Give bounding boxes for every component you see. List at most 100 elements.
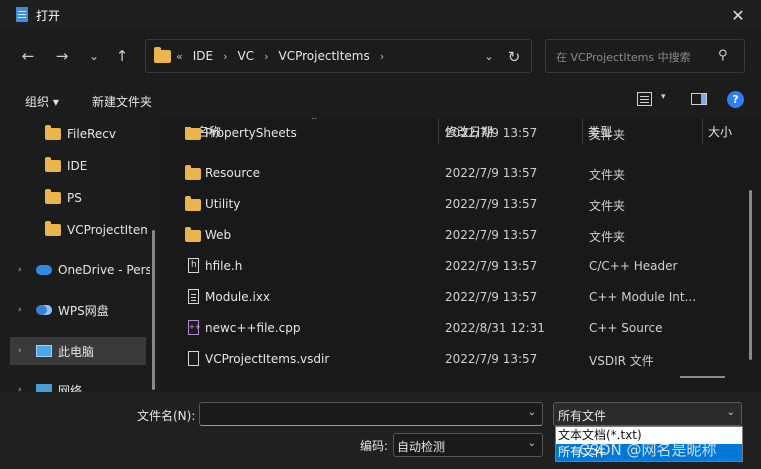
expand-chevron-icon[interactable]: › xyxy=(18,305,28,315)
file-date: 2022/7/9 13:57 xyxy=(445,228,538,242)
forward-arrow-icon[interactable]: → xyxy=(50,44,74,68)
list-item[interactable]: PropertySheets 2022/7/9 13:57 文件夹 xyxy=(180,127,740,145)
sidebar-item-label: 此电脑 xyxy=(58,344,95,359)
file-name: Web xyxy=(205,228,232,242)
vertical-scrollbar[interactable] xyxy=(749,190,752,360)
encoding-label: 编码: xyxy=(360,439,389,453)
file-icon xyxy=(188,289,199,304)
file-date: 2022/7/9 13:57 xyxy=(445,259,538,273)
header-file-icon xyxy=(188,258,199,273)
new-folder-button[interactable]: 新建文件夹 xyxy=(92,93,152,110)
pc-icon xyxy=(36,345,52,357)
file-date: 2022/7/9 13:57 xyxy=(445,127,538,140)
command-toolbar: 组织 ▾ 新建文件夹 ▾ ? xyxy=(0,82,761,118)
sidebar-item-ps[interactable]: PS xyxy=(0,184,150,212)
folder-icon xyxy=(45,157,61,172)
file-icon xyxy=(188,351,199,366)
preview-pane-icon[interactable] xyxy=(691,93,707,105)
sidebar-item-label: VCProjectItems xyxy=(67,223,147,237)
file-name: VCProjectItems.vsdir xyxy=(205,352,330,366)
breadcrumb-separator-icon[interactable]: › xyxy=(264,50,268,63)
expand-chevron-icon[interactable]: › xyxy=(18,346,28,356)
encoding-value: 自动检测 xyxy=(397,440,446,454)
network-icon xyxy=(36,384,52,392)
list-item[interactable]: Resource 2022/7/9 13:57 文件夹 xyxy=(180,158,740,189)
sidebar-item-network[interactable]: › 网络 xyxy=(0,376,150,392)
file-name: PropertySheets xyxy=(205,127,297,140)
address-history-chevron-icon[interactable]: ⌄ xyxy=(481,48,497,64)
file-list[interactable]: 名称 ⌃ 修改日期 类型 大小 PropertySheets 2022/7/9 … xyxy=(160,118,761,392)
breadcrumb-separator-icon[interactable]: › xyxy=(223,50,227,63)
file-name: newc++file.cpp xyxy=(205,321,301,335)
sidebar-item-label: 网络 xyxy=(58,383,83,393)
sidebar-item-label: PS xyxy=(67,191,82,205)
navigation-bar: ← → ⌄ ↑ « IDE › VC › VCProjectItems › ⌄ … xyxy=(0,30,761,82)
watermark: CSDN @网名是昵称 xyxy=(579,441,717,459)
sidebar-item-onedrive[interactable]: › OneDrive - Personal xyxy=(0,256,150,284)
file-date: 2022/7/9 13:57 xyxy=(445,290,538,304)
sidebar-scrollbar[interactable] xyxy=(152,230,155,390)
folder-icon xyxy=(185,227,201,242)
file-type: VSDIR 文件 xyxy=(589,354,654,368)
file-type: C++ Source xyxy=(589,321,663,335)
list-item[interactable]: Utility 2022/7/9 13:57 文件夹 xyxy=(180,189,740,220)
file-name: Module.ixx xyxy=(205,290,270,304)
close-button[interactable]: ✕ xyxy=(715,0,761,30)
search-icon[interactable]: ⚲ xyxy=(718,48,734,64)
breadcrumb-ide[interactable]: IDE xyxy=(193,49,213,63)
list-item[interactable]: Module.ixx 2022/7/9 13:57 C++ Module Int… xyxy=(180,282,740,313)
file-name: hfile.h xyxy=(205,259,243,273)
expand-chevron-icon[interactable]: › xyxy=(18,385,28,392)
list-item[interactable]: Web 2022/7/9 13:57 文件夹 xyxy=(180,220,740,251)
navigation-pane[interactable]: FileRecv IDE PS VCProjectItems › OneDriv… xyxy=(0,118,158,392)
file-name: Utility xyxy=(205,197,241,211)
folder-icon xyxy=(185,196,201,211)
sidebar-item-label: WPS网盘 xyxy=(58,303,109,318)
horizontal-scrollbar[interactable] xyxy=(680,376,725,378)
file-date: 2022/8/31 12:31 xyxy=(445,321,545,335)
notepad-app-icon xyxy=(16,7,28,22)
sidebar-item-this-pc[interactable]: › 此电脑 xyxy=(10,337,146,365)
encoding-select[interactable]: 自动检测 ⌄ xyxy=(393,433,543,457)
organize-button[interactable]: 组织 ▾ xyxy=(25,93,59,110)
folder-icon xyxy=(185,165,201,180)
title-bar: 打开 ✕ xyxy=(0,0,761,30)
sidebar-item-vcprojectitems[interactable]: VCProjectItems xyxy=(0,216,147,244)
folder-icon xyxy=(154,47,171,63)
list-item[interactable]: VCProjectItems.vsdir 2022/7/9 13:57 VSDI… xyxy=(180,344,740,375)
help-icon[interactable]: ? xyxy=(727,91,744,108)
view-chevron-icon[interactable]: ▾ xyxy=(661,92,666,102)
sidebar-item-ide[interactable]: IDE xyxy=(0,152,150,180)
sidebar-item-wps[interactable]: › WPS网盘 xyxy=(0,296,150,324)
view-options-icon[interactable] xyxy=(637,92,652,106)
expand-chevron-icon[interactable]: › xyxy=(18,265,28,275)
breadcrumb: « IDE › VC › VCProjectItems › xyxy=(176,40,384,72)
breadcrumb-overflow[interactable]: « xyxy=(176,50,183,63)
list-item[interactable]: newc++file.cpp 2022/8/31 12:31 C++ Sourc… xyxy=(180,313,740,344)
address-bar[interactable]: « IDE › VC › VCProjectItems › ⌄ ↻ xyxy=(145,39,532,73)
file-type: 文件夹 xyxy=(589,128,626,142)
file-type: 文件夹 xyxy=(589,230,626,244)
file-date: 2022/7/9 13:57 xyxy=(445,197,538,211)
up-arrow-icon[interactable]: ↑ xyxy=(110,44,134,68)
file-type-filter-select[interactable]: 所有文件 ⌄ xyxy=(553,402,742,426)
list-item[interactable]: hfile.h 2022/7/9 13:57 C/C++ Header xyxy=(180,251,740,282)
chevron-down-icon[interactable]: ⌄ xyxy=(528,438,536,449)
recent-locations-chevron-icon[interactable]: ⌄ xyxy=(82,44,106,68)
filename-input[interactable]: ⌄ xyxy=(199,402,543,426)
chevron-down-icon[interactable]: ⌄ xyxy=(528,407,536,418)
chevron-down-icon[interactable]: ⌄ xyxy=(727,407,735,418)
breadcrumb-vc[interactable]: VC xyxy=(238,49,255,63)
breadcrumb-separator-icon[interactable]: › xyxy=(380,50,384,63)
sidebar-item-label: OneDrive - Personal xyxy=(58,263,150,277)
filter-selected-value: 所有文件 xyxy=(558,409,607,423)
search-box[interactable]: 在 VCProjectItems 中搜索 ⚲ xyxy=(545,39,745,73)
sidebar-item-filerecv[interactable]: FileRecv xyxy=(0,120,150,148)
back-arrow-icon[interactable]: ← xyxy=(16,44,40,68)
refresh-icon[interactable]: ↻ xyxy=(504,47,524,67)
cpp-file-icon xyxy=(188,320,201,335)
cloud-icon xyxy=(36,265,52,275)
breadcrumb-vcprojectitems[interactable]: VCProjectItems xyxy=(279,49,370,63)
folder-icon xyxy=(185,127,201,140)
search-input[interactable]: 在 VCProjectItems 中搜索 xyxy=(556,49,691,65)
